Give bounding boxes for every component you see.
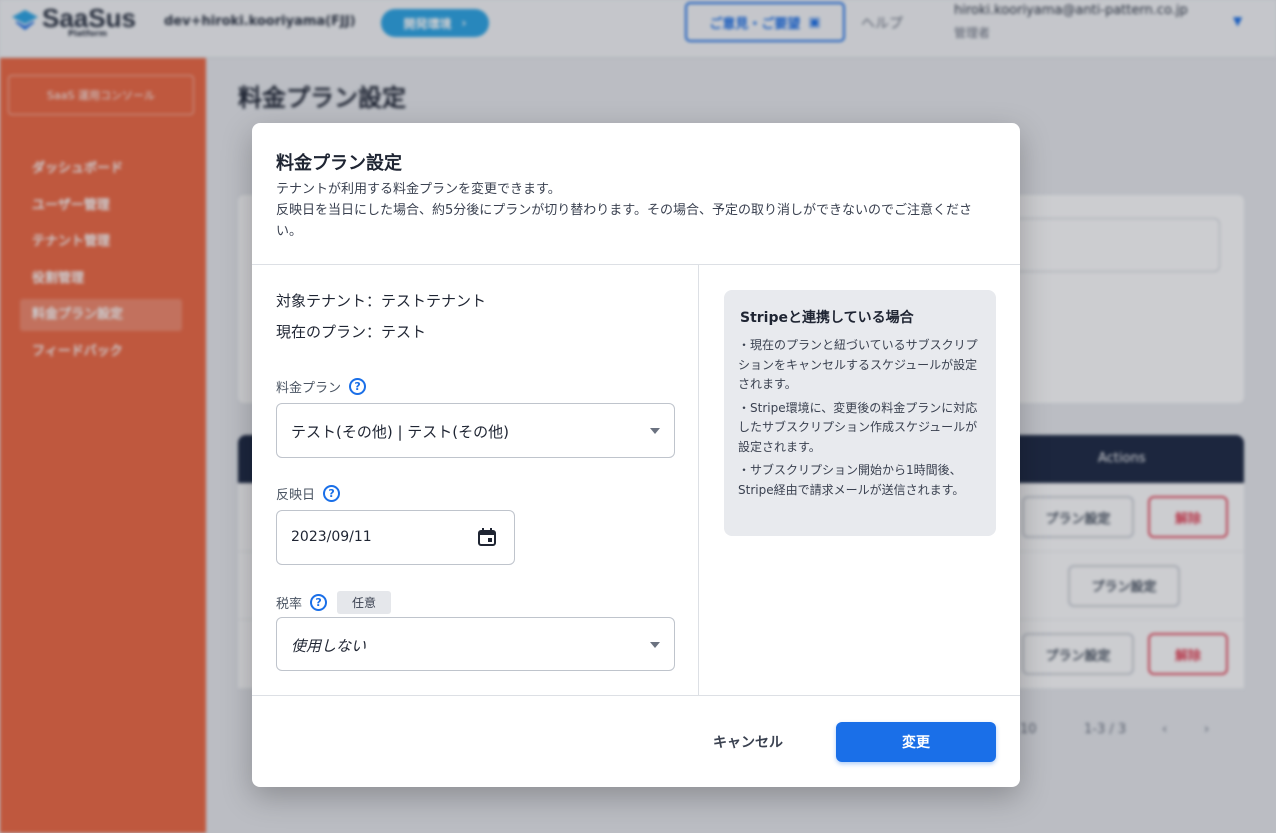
- help-icon[interactable]: ?: [323, 485, 341, 502]
- dialog-description: テナントが利用する料金プランを変更できます。 反映日を当日にした場合、約5分後に…: [276, 179, 996, 242]
- plan-select-value: テスト(その他) | テスト(その他): [291, 423, 509, 441]
- cancel-button[interactable]: キャンセル: [693, 722, 803, 762]
- date-field-label: 反映日 ?: [276, 484, 341, 503]
- stripe-info-list: ・現在のプランと紐づいているサブスクリプションをキャンセルするスケジュールが設定…: [738, 336, 978, 504]
- plan-label-text: 料金プラン: [276, 381, 342, 396]
- optional-tag: 任意: [337, 591, 392, 614]
- dialog-description-line1: テナントが利用する料金プランを変更できます。: [276, 182, 561, 197]
- plan-field-label: 料金プラン ?: [276, 377, 367, 396]
- tax-rate-select[interactable]: 使用しない: [276, 617, 675, 671]
- stripe-info-item: ・Stripe環境に、変更後の料金プランに対応したサブスクリプション作成スケジュ…: [738, 400, 978, 454]
- dialog-title: 料金プラン設定: [276, 153, 402, 174]
- stripe-info-title: Stripeと連携している場合: [740, 310, 914, 326]
- dialog-description-line2: 反映日を当日にした場合、約5分後にプランが切り替わります。その場合、予定の取り消…: [276, 203, 972, 239]
- stripe-info-item: ・サブスクリプション開始から1時間後、Stripe経由で請求メールが送信されます…: [738, 463, 965, 497]
- effective-date-input[interactable]: 2023/09/11: [276, 510, 515, 565]
- dialog-side-panel: Stripeと連携している場合 ・現在のプランと紐づいているサブスクリプションを…: [700, 265, 1020, 695]
- caret-down-icon: [650, 428, 660, 434]
- dialog-footer: キャンセル 変更: [252, 695, 1020, 787]
- effective-date-value: 2023/09/11: [291, 529, 372, 545]
- calendar-icon[interactable]: [477, 527, 497, 547]
- caret-down-icon: [650, 642, 660, 648]
- tax-label-text: 税率: [276, 597, 303, 612]
- dialog-header: 料金プラン設定 テナントが利用する料金プランを変更できます。 反映日を当日にした…: [252, 123, 1020, 265]
- help-icon[interactable]: ?: [310, 594, 328, 611]
- pricing-plan-dialog: 料金プラン設定 テナントが利用する料金プランを変更できます。 反映日を当日にした…: [252, 123, 1020, 787]
- date-label-text: 反映日: [276, 488, 316, 503]
- target-tenant-info: 対象テナント：テストテナント: [276, 292, 487, 310]
- tax-field-label: 税率 ? 任意: [276, 591, 392, 614]
- tax-rate-value: 使用しない: [291, 637, 367, 655]
- plan-select[interactable]: テスト(その他) | テスト(その他): [276, 403, 675, 458]
- stripe-info-box: Stripeと連携している場合 ・現在のプランと紐づいているサブスクリプションを…: [724, 290, 996, 536]
- current-plan-info: 現在のプラン：テスト: [276, 323, 427, 341]
- change-button[interactable]: 変更: [836, 722, 996, 762]
- dialog-form: 対象テナント：テストテナント 現在のプラン：テスト 料金プラン ? テスト(その…: [252, 265, 699, 695]
- help-icon[interactable]: ?: [349, 378, 367, 395]
- stripe-info-item: ・現在のプランと紐づいているサブスクリプションをキャンセルするスケジュールが設定…: [738, 338, 978, 391]
